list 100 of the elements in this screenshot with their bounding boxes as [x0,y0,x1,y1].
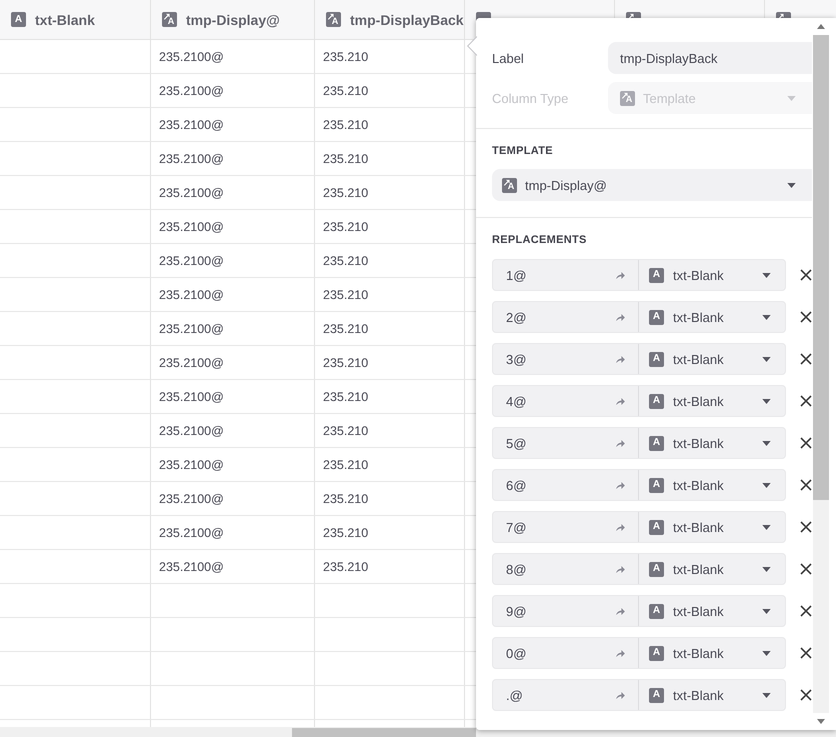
table-cell: 235.210 [323,526,368,540]
caret-icon [762,272,771,278]
caret-icon [762,692,771,698]
caret-icon [762,482,771,488]
replacement-column-dropdown[interactable]: A txt-Blank [639,386,785,416]
table-cell: 235.210 [323,84,368,98]
table-cell: 235.2100@ [159,84,224,98]
close-icon[interactable] [800,395,812,407]
replacement-key-field[interactable]: 3@ [493,344,639,374]
table-cell: 235.2100@ [159,356,224,370]
close-icon[interactable] [800,479,812,491]
arrow-icon [616,650,625,656]
replacement-column-dropdown[interactable]: A txt-Blank [639,428,785,458]
replacement-column-dropdown[interactable]: A txt-Blank [639,512,785,542]
close-icon[interactable] [800,269,812,281]
table-cell: 235.210 [323,288,368,302]
table-cell: 235.210 [323,356,368,370]
text-type-icon: A [649,436,664,450]
replacement-key-field[interactable]: 0@ [493,638,639,668]
text-type-icon: A [649,520,664,534]
replacement-key-field[interactable]: 7@ [493,512,639,542]
table-cell: 235.210 [323,560,368,574]
table-cell: 235.2100@ [159,322,224,336]
arrow-icon [616,482,625,488]
label-input-field[interactable]: tmp-DisplayBack [608,42,812,74]
column-header[interactable]: A txt-Blank [0,0,151,39]
text-type-icon: A [649,268,664,282]
replacement-column-dropdown[interactable]: A txt-Blank [639,302,785,332]
table-cell: 235.2100@ [159,254,224,268]
replacement-key-field[interactable]: 6@ [493,470,639,500]
arrow-icon [616,314,625,320]
close-icon[interactable] [800,437,812,449]
column-header[interactable]: A tmp-Display@ [151,0,315,39]
arrow-icon [616,692,625,698]
close-icon[interactable] [800,311,812,323]
scroll-down-icon[interactable] [817,719,825,724]
replacement-column-dropdown[interactable]: A txt-Blank [639,470,785,500]
table-cell: 235.210 [323,492,368,506]
table-cell: 235.210 [323,322,368,336]
table-cell: 235.2100@ [159,186,224,200]
arrow-icon [616,356,625,362]
close-icon[interactable] [800,521,812,533]
scrollbar-thumb[interactable] [813,35,829,500]
caret-icon [762,314,771,320]
scrollbar-thumb[interactable] [292,728,476,737]
column-type-icon: A [326,12,341,27]
table-cell: 235.2100@ [159,220,224,234]
table-cell: 235.2100@ [159,526,224,540]
replacement-key-field[interactable]: 8@ [493,554,639,584]
table-cell: 235.2100@ [159,458,224,472]
replacement-key-field[interactable]: 5@ [493,428,639,458]
section-heading: TEMPLATE [492,145,554,157]
replacement-key-field[interactable]: 2@ [493,302,639,332]
close-icon[interactable] [800,689,812,701]
close-icon[interactable] [800,353,812,365]
table-cell: 235.210 [323,220,368,234]
replacement-column-dropdown[interactable]: A txt-Blank [639,680,785,710]
field-label: Column Type [492,90,570,106]
table-cell: 235.210 [323,152,368,166]
text-type-icon: A [649,478,664,492]
text-type-icon: A [649,646,664,660]
replacement-key-field[interactable]: 1@ [493,260,639,290]
caret-icon [787,182,796,188]
template-icon: A [620,90,635,106]
arrow-icon [616,440,625,446]
text-type-icon: A [649,604,664,618]
section-heading: REPLACEMENTS [492,234,588,246]
table-cell: 235.2100@ [159,288,224,302]
caret-icon [762,566,771,572]
close-icon[interactable] [800,647,812,659]
table-cell: 235.210 [323,254,368,268]
arrow-icon [616,398,625,404]
template-dropdown[interactable]: A tmp-Display@ [492,169,812,201]
replacement-key-field[interactable]: .@ [493,680,639,710]
scroll-up-icon[interactable] [817,24,825,29]
table-cell: 235.210 [323,50,368,64]
text-type-icon: A [649,394,664,408]
close-icon[interactable] [800,563,812,575]
table-cell: 235.210 [323,186,368,200]
table-cell: 235.2100@ [159,50,224,64]
close-icon[interactable] [800,605,812,617]
caret-icon [762,524,771,530]
caret-icon [787,96,796,100]
replacement-column-dropdown[interactable]: A txt-Blank [639,596,785,626]
text-type-icon: A [649,688,664,702]
replacement-column-dropdown[interactable]: A txt-Blank [639,344,785,374]
table-cell: 235.210 [323,118,368,132]
table-cell: 235.2100@ [159,492,224,506]
text-type-icon: A [649,352,664,366]
replacement-key-field[interactable]: 9@ [493,596,639,626]
arrow-icon [616,608,625,614]
replacement-key-field[interactable]: 4@ [493,386,639,416]
column-header[interactable]: A tmp-DisplayBack [315,0,465,39]
table-cell: 235.210 [323,458,368,472]
replacement-column-dropdown[interactable]: A txt-Blank [639,554,785,584]
table-cell: 235.2100@ [159,560,224,574]
arrow-icon [616,272,625,278]
replacement-column-dropdown[interactable]: A txt-Blank [639,260,785,290]
arrow-icon [616,524,625,530]
replacement-column-dropdown[interactable]: A txt-Blank [639,638,785,668]
